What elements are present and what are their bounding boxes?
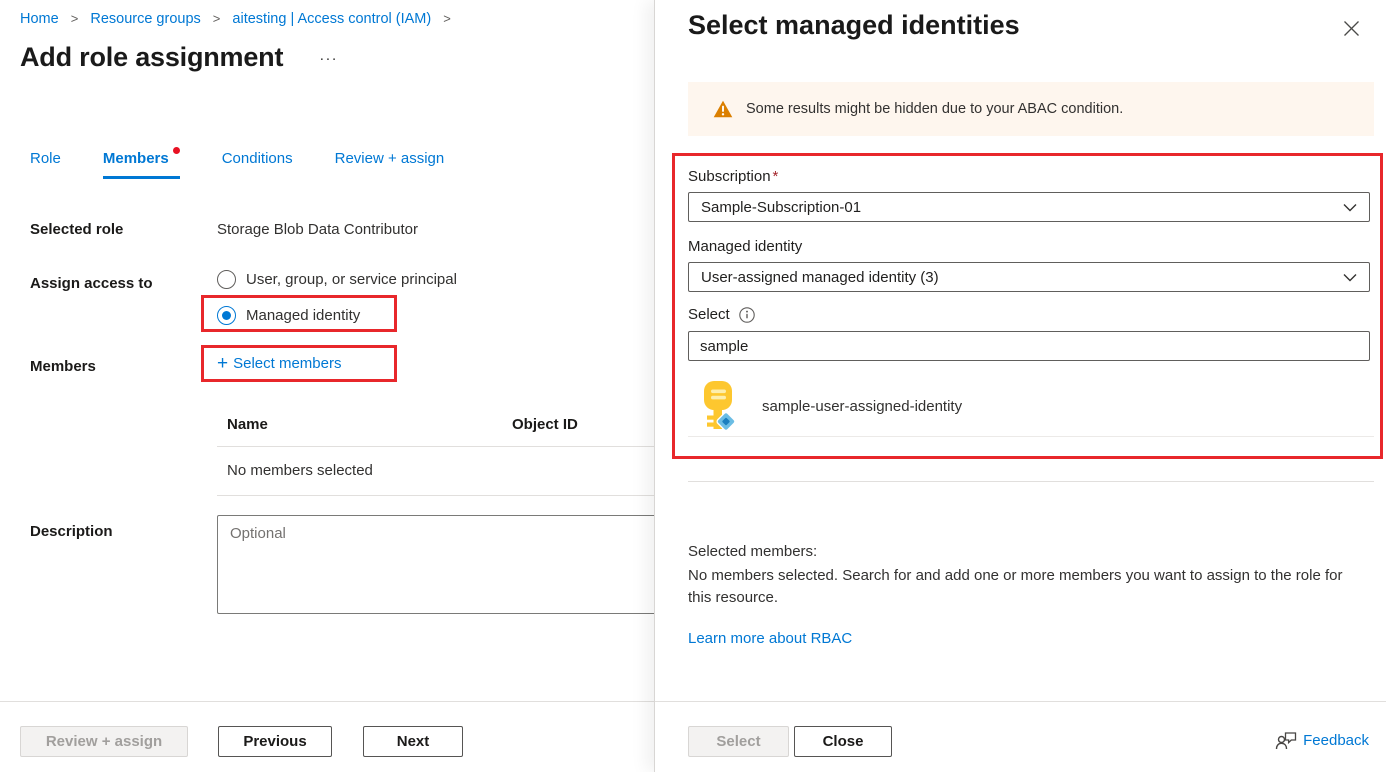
assign-access-to-label: Assign access to xyxy=(30,275,153,292)
radio-button-icon xyxy=(217,270,236,289)
close-icon xyxy=(1343,20,1360,37)
identity-result-name: sample-user-assigned-identity xyxy=(762,398,962,415)
required-asterisk: * xyxy=(773,168,779,185)
left-footer-bar: Review + assign Previous Next xyxy=(0,701,655,772)
previous-button[interactable]: Previous xyxy=(218,726,332,757)
selected-members-heading: Selected members: xyxy=(688,543,817,560)
description-input[interactable] xyxy=(217,515,655,614)
close-panel-button[interactable] xyxy=(1340,17,1362,39)
description-label: Description xyxy=(30,523,113,540)
members-table: Name Object ID No members selected xyxy=(217,412,655,496)
subscription-dropdown-value: Sample-Subscription-01 xyxy=(701,199,861,216)
panel-title: Select managed identities xyxy=(688,10,1020,41)
feedback-person-icon xyxy=(1275,731,1297,750)
members-table-empty-row: No members selected xyxy=(217,447,655,496)
radio-managed-identity[interactable]: Managed identity xyxy=(217,306,360,325)
members-table-header: Name Object ID xyxy=(217,412,655,447)
selected-role-label: Selected role xyxy=(30,221,123,238)
azure-portal-page: Home > Resource groups > aitesting | Acc… xyxy=(0,0,1386,772)
managed-identity-dropdown[interactable]: User-assigned managed identity (3) xyxy=(688,262,1370,292)
chevron-down-icon xyxy=(1343,203,1357,212)
tab-review-assign[interactable]: Review + assign xyxy=(335,150,445,176)
breadcrumb: Home > Resource groups > aitesting | Acc… xyxy=(20,11,459,27)
managed-identity-key-icon xyxy=(699,380,739,432)
review-assign-button[interactable]: Review + assign xyxy=(20,726,188,757)
warning-triangle-icon xyxy=(713,100,733,118)
tab-label: Role xyxy=(30,150,61,167)
members-label: Members xyxy=(30,358,96,375)
column-header-name: Name xyxy=(227,416,512,433)
selected-members-body: No members selected. Search for and add … xyxy=(688,565,1352,609)
tab-role[interactable]: Role xyxy=(30,150,61,176)
feedback-label: Feedback xyxy=(1303,732,1369,749)
chevron-down-icon xyxy=(1343,273,1357,282)
subscription-label: Subscription* xyxy=(688,168,778,185)
managed-identity-dropdown-value: User-assigned managed identity (3) xyxy=(701,269,939,286)
plus-icon: + xyxy=(217,356,228,371)
breadcrumb-access-control[interactable]: aitesting | Access control (IAM) xyxy=(232,11,431,27)
page-title: Add role assignment xyxy=(20,42,283,73)
selected-role-value: Storage Blob Data Contributor xyxy=(217,221,418,238)
warning-banner: Some results might be hidden due to your… xyxy=(688,82,1374,136)
breadcrumb-separator: > xyxy=(71,11,79,26)
warning-text: Some results might be hidden due to your… xyxy=(746,101,1123,117)
tab-conditions[interactable]: Conditions xyxy=(222,150,293,176)
add-role-assignment-pane: Home > Resource groups > aitesting | Acc… xyxy=(0,0,655,772)
select-managed-identities-panel: Select managed identities Some results m… xyxy=(654,0,1386,772)
select-members-label: Select members xyxy=(233,355,341,372)
select-label: Select xyxy=(688,306,730,323)
breadcrumb-home[interactable]: Home xyxy=(20,11,59,27)
tab-members[interactable]: Members xyxy=(103,150,180,179)
panel-close-button[interactable]: Close xyxy=(794,726,892,757)
panel-select-button[interactable]: Select xyxy=(688,726,789,757)
breadcrumb-resource-groups[interactable]: Resource groups xyxy=(90,11,200,27)
tab-label: Members xyxy=(103,150,169,167)
more-actions-ellipsis-icon[interactable]: ... xyxy=(320,47,339,64)
section-divider xyxy=(688,481,1374,482)
info-icon[interactable] xyxy=(739,307,755,323)
panel-footer-bar: Select Close Feedback xyxy=(655,701,1386,772)
radio-user-group-service-principal[interactable]: User, group, or service principal xyxy=(217,270,457,289)
learn-more-rbac-link[interactable]: Learn more about RBAC xyxy=(688,630,852,647)
radio-option-label: User, group, or service principal xyxy=(246,271,457,288)
tab-label: Review + assign xyxy=(335,150,445,167)
select-members-button[interactable]: + Select members xyxy=(217,355,341,372)
next-button[interactable]: Next xyxy=(363,726,463,757)
breadcrumb-separator: > xyxy=(213,11,221,26)
unsaved-changes-dot-icon xyxy=(173,147,180,154)
managed-identity-label: Managed identity xyxy=(688,238,802,255)
tab-label: Conditions xyxy=(222,150,293,167)
radio-button-selected-icon xyxy=(217,306,236,325)
subscription-dropdown[interactable]: Sample-Subscription-01 xyxy=(688,192,1370,222)
breadcrumb-separator: > xyxy=(443,11,451,26)
radio-option-label: Managed identity xyxy=(246,307,360,324)
column-header-object-id: Object ID xyxy=(512,416,578,433)
feedback-button[interactable]: Feedback xyxy=(1275,731,1369,750)
identity-result-row[interactable]: sample-user-assigned-identity xyxy=(688,376,1374,437)
tab-bar: Role Members Conditions Review + assign xyxy=(30,150,486,179)
identity-search-input[interactable] xyxy=(688,331,1370,361)
subscription-label-text: Subscription xyxy=(688,168,771,185)
